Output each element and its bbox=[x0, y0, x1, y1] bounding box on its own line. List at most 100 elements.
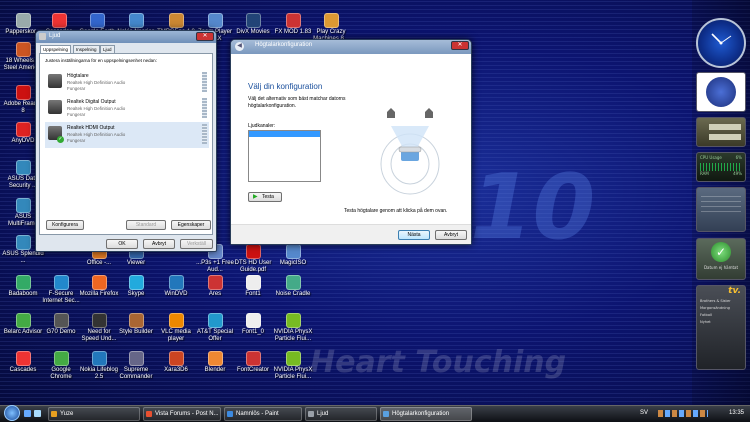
desktop-icon[interactable]: Blender bbox=[194, 351, 236, 374]
application-icon bbox=[53, 351, 69, 366]
application-icon bbox=[245, 313, 261, 328]
application-icon bbox=[15, 275, 31, 290]
rss-item[interactable]: Fotboll bbox=[700, 312, 742, 319]
cpu-meter-gadget: CPU Usage 6% RAM 49% bbox=[696, 152, 746, 182]
sound-window-titlebar[interactable]: Ljud ✕ bbox=[36, 31, 216, 43]
desktop-icon-label: NVIDIA PhysX Particle Flui... bbox=[273, 329, 313, 342]
speaker-config-titlebar[interactable]: ◀ Högtalarkonfiguration ✕ bbox=[231, 40, 471, 54]
configure-button[interactable]: Konfigurera bbox=[46, 220, 84, 230]
desktop-icon[interactable]: Badaboom bbox=[2, 275, 44, 298]
application-icon bbox=[89, 13, 105, 28]
taskbar-button[interactable]: Högtalarkonfiguration bbox=[380, 407, 472, 421]
properties-button[interactable]: Egenskaper bbox=[171, 220, 211, 230]
desktop-icon-label: ...P3s +1 Free Aud... bbox=[196, 260, 234, 273]
desktop-icon[interactable]: NVIDIA PhysX Particle Flui... bbox=[272, 313, 314, 343]
desktop-icon[interactable]: WinDVD bbox=[155, 275, 197, 298]
logo-gadget bbox=[696, 72, 746, 112]
close-button[interactable]: ✕ bbox=[196, 32, 214, 41]
desktop-icon[interactable]: Cascades bbox=[2, 351, 44, 374]
desktop-icon[interactable]: Nokia Lifeblog 2.5 bbox=[78, 351, 120, 381]
desktop-icon[interactable]: Noise Cradle bbox=[272, 275, 314, 298]
clock[interactable]: 13:35 bbox=[729, 407, 744, 419]
apply-button[interactable]: Verkställ bbox=[180, 239, 213, 249]
device-item-digital-output[interactable]: Realtek Digital Output Realtek High Defi… bbox=[45, 96, 209, 122]
desktop-icon[interactable]: FontCreator bbox=[232, 351, 274, 374]
brand-logo-icon bbox=[706, 77, 736, 107]
desktop-icon[interactable]: Mozilla Firefox bbox=[78, 275, 120, 298]
language-indicator[interactable]: SV bbox=[640, 407, 648, 419]
weather-gadget[interactable]: ✓ Datum ej hämtat bbox=[696, 238, 746, 280]
desktop-icon-label: Office -... bbox=[86, 260, 112, 266]
desktop-icon-label: Noise Cradle bbox=[275, 291, 311, 297]
sound-panel: Justera inställningarna för en uppspelni… bbox=[39, 53, 213, 235]
rss-list: Brothers & Sister Morgonsändning Fotboll… bbox=[700, 298, 742, 326]
desktop-icon-label: Style Builder bbox=[119, 329, 153, 335]
desktop-icon[interactable]: Skype bbox=[115, 275, 157, 298]
desktop-icon[interactable]: Supreme Commander bbox=[115, 351, 157, 381]
application-icon bbox=[15, 313, 31, 328]
application-icon bbox=[128, 275, 144, 290]
desktop-icon-label: AT&T Special Offer bbox=[196, 329, 234, 342]
desktop-icon-label: Mozilla Firefox bbox=[79, 291, 119, 297]
device-item-speakers[interactable]: Högtalare Realtek High Definition Audio … bbox=[45, 70, 209, 96]
desktop-icon[interactable]: Belarc Advisor bbox=[2, 313, 44, 336]
taskbar-button[interactable]: Vista Forums - Post N... bbox=[143, 407, 221, 421]
wallpaper-logo: 10 bbox=[470, 155, 596, 260]
desktop-icon[interactable]: FX MOD 1.83 bbox=[272, 13, 314, 36]
close-button[interactable]: ✕ bbox=[451, 41, 469, 50]
desktop-icon[interactable]: G70 Demo bbox=[40, 313, 82, 336]
start-button[interactable] bbox=[4, 405, 20, 421]
ok-button[interactable]: OK bbox=[106, 239, 138, 249]
desktop-icon[interactable]: DTS HD User Guide.pdf bbox=[232, 244, 274, 274]
desktop-icon[interactable]: Xara3D6 bbox=[155, 351, 197, 374]
desktop-icon[interactable]: AT&T Special Offer bbox=[194, 313, 236, 343]
sound-window-title: Ljud bbox=[49, 33, 61, 39]
rss-item[interactable]: Morgonsändning bbox=[700, 305, 742, 312]
desktop-icon[interactable]: DivX Movies bbox=[232, 13, 274, 36]
speaker-room-illustration bbox=[380, 108, 440, 195]
rss-item[interactable]: Nyhet bbox=[700, 319, 742, 326]
switch-windows-icon[interactable] bbox=[34, 410, 41, 417]
application-icon bbox=[51, 13, 67, 28]
notes-gadget[interactable] bbox=[696, 187, 746, 232]
desktop-icon[interactable]: Font1_0 bbox=[232, 313, 274, 336]
desktop-icon[interactable]: MagicISO bbox=[272, 244, 314, 267]
speaker-diagram[interactable] bbox=[379, 106, 441, 198]
next-button[interactable]: Nästa bbox=[398, 230, 430, 240]
clock-gadget[interactable] bbox=[696, 18, 746, 68]
application-icon bbox=[285, 351, 301, 366]
wallpaper-watermark-text: Heart Touching bbox=[310, 345, 567, 380]
back-arrow-icon[interactable]: ◀ bbox=[235, 42, 244, 51]
desktop-icon[interactable]: NVIDIA PhysX Particle Flui... bbox=[272, 351, 314, 381]
taskbar-app-icon bbox=[146, 411, 152, 417]
desktop-icon[interactable]: Style Builder bbox=[115, 313, 157, 336]
taskbar-button[interactable]: Yuze bbox=[48, 407, 140, 421]
taskbar-button[interactable]: Namnlös - Paint bbox=[224, 407, 302, 421]
device-item-hdmi-output[interactable]: ✓ Realtek HDMI Output Realtek High Defin… bbox=[45, 122, 209, 148]
application-icon bbox=[15, 42, 31, 57]
desktop-icon[interactable]: Google Chrome bbox=[40, 351, 82, 381]
cancel-button[interactable]: Avbryt bbox=[143, 239, 175, 249]
test-button[interactable]: ▶ Testa bbox=[248, 192, 282, 202]
taskbar-button-label: Ljud bbox=[317, 411, 329, 417]
channels-list[interactable] bbox=[248, 130, 321, 182]
channels-list-selected-item[interactable] bbox=[249, 131, 320, 137]
desktop-icon[interactable]: Ares bbox=[194, 275, 236, 298]
device-list: Högtalare Realtek High Definition Audio … bbox=[40, 66, 214, 216]
desktop-icon-label: FontCreator bbox=[236, 367, 269, 373]
wizard-cancel-button[interactable]: Avbryt bbox=[435, 230, 467, 240]
notes-lines bbox=[701, 196, 741, 214]
speaker-icon bbox=[48, 74, 62, 88]
rss-item[interactable]: Brothers & Sister bbox=[700, 298, 742, 305]
desktop-icon[interactable]: F-Secure Internet Sec... bbox=[40, 275, 82, 305]
show-desktop-icon[interactable] bbox=[24, 410, 31, 417]
taskbar-button[interactable]: Ljud bbox=[305, 407, 377, 421]
wizard-description: Välj det alternativ som bäst matchar dat… bbox=[248, 96, 346, 109]
set-default-button[interactable]: Standard bbox=[126, 220, 166, 230]
desktop-icon-label: Supreme Commander bbox=[119, 367, 153, 380]
desktop-icon[interactable]: Font1 bbox=[232, 275, 274, 298]
rss-title: tv. bbox=[728, 286, 741, 296]
desktop-icon[interactable]: VLC media player bbox=[155, 313, 197, 343]
rss-gadget[interactable]: tv. Brothers & Sister Morgonsändning Fot… bbox=[696, 285, 746, 370]
desktop-icon[interactable]: Need for Speed Und... bbox=[78, 313, 120, 343]
